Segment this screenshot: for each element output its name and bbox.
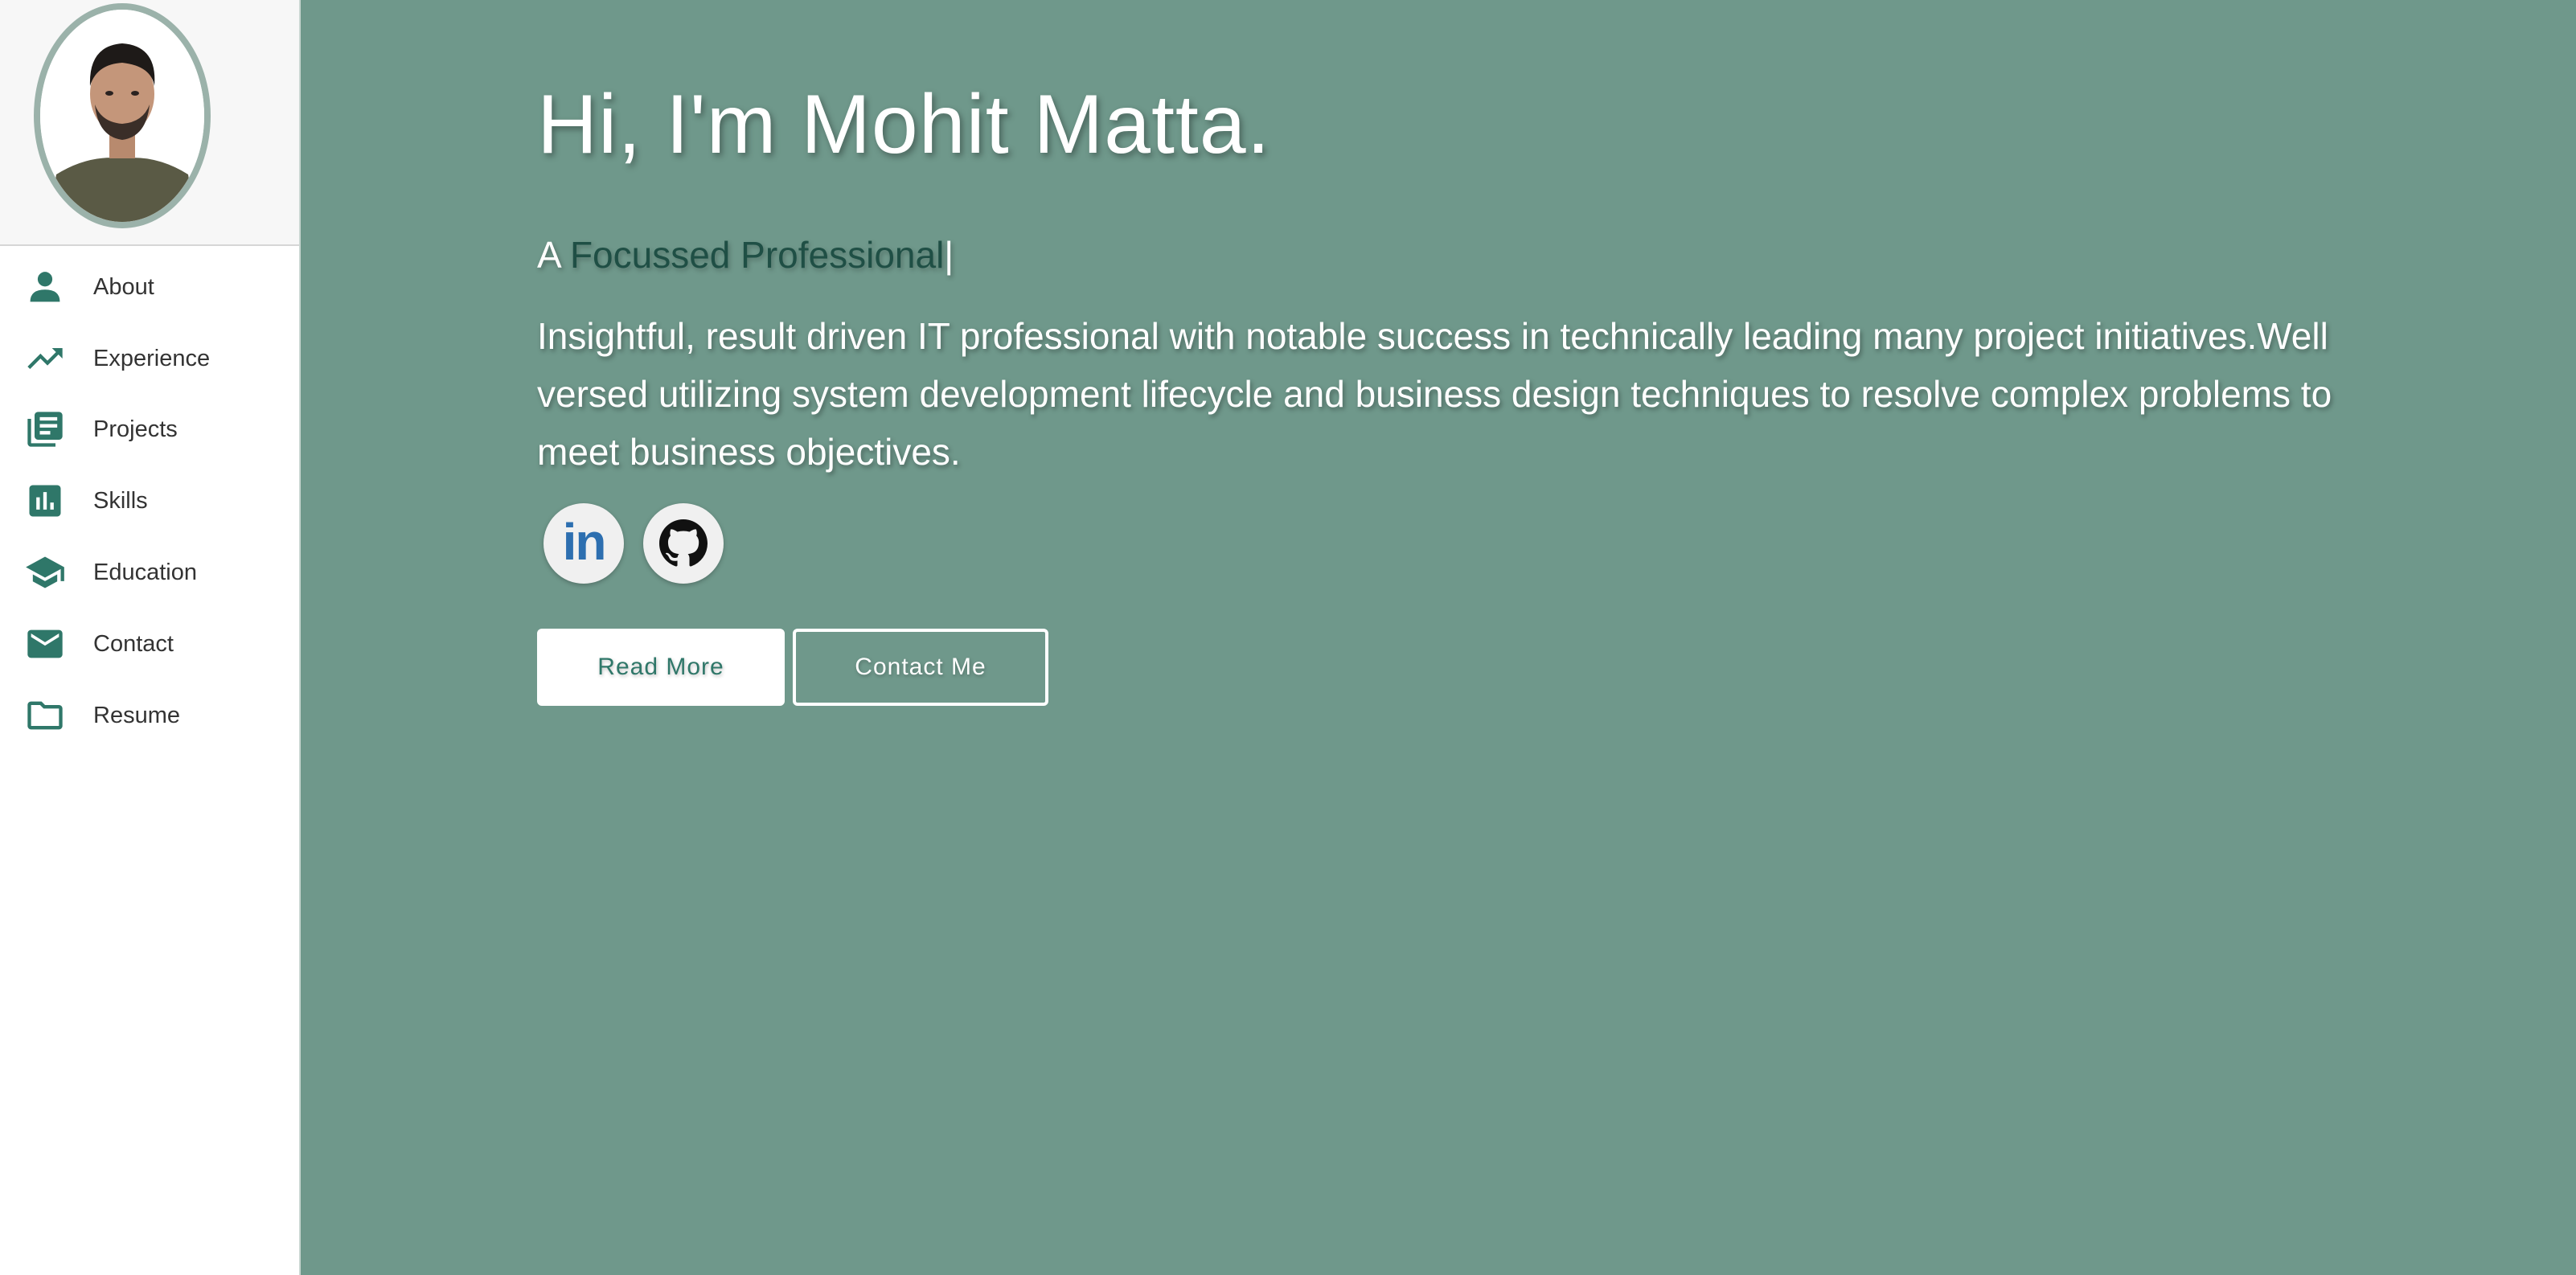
- typed-subtitle: Focussed Professional: [569, 234, 945, 276]
- school-icon: [23, 550, 68, 595]
- github-icon: [659, 519, 708, 567]
- page-title: Hi, I'm Mohit Matta.: [537, 78, 1271, 171]
- sidebar-item-label: About: [93, 273, 154, 300]
- sidebar-item-education[interactable]: Education: [0, 544, 299, 601]
- sidebar-item-label: Skills: [93, 487, 148, 514]
- subtitle-prefix: A: [537, 234, 560, 276]
- sidebar-item-experience[interactable]: Experience: [0, 330, 299, 387]
- sidebar-item-skills[interactable]: Skills: [0, 473, 299, 529]
- hero-section: Hi, I'm Mohit Matta. A Focussed Professi…: [301, 0, 2576, 1275]
- sidebar-item-label: Projects: [93, 416, 178, 442]
- hero-subtitle: A Focussed Professional|: [537, 233, 954, 277]
- sidebar: About Experience Projects Skills Educati…: [0, 0, 301, 1275]
- typing-cursor: |: [944, 234, 954, 276]
- github-button[interactable]: [643, 503, 724, 584]
- avatar-container: [0, 0, 299, 246]
- folder-icon: [23, 693, 68, 738]
- sidebar-item-label: Education: [93, 559, 197, 585]
- avatar: [34, 3, 211, 228]
- library-books-icon: [23, 407, 68, 452]
- sidebar-item-about[interactable]: About: [0, 259, 299, 315]
- bar-chart-icon: [23, 478, 68, 523]
- sidebar-item-contact[interactable]: Contact: [0, 616, 299, 672]
- trending-up-icon: [23, 336, 68, 381]
- hero-bio: Insightful, result driven IT professiona…: [537, 315, 2332, 473]
- sidebar-item-resume[interactable]: Resume: [0, 687, 299, 744]
- contact-me-button[interactable]: Contact Me: [793, 629, 1048, 706]
- person-icon: [23, 264, 68, 310]
- linkedin-icon: in: [562, 513, 607, 571]
- sidebar-item-label: Contact: [93, 630, 174, 657]
- sidebar-item-label: Resume: [93, 702, 180, 728]
- sidebar-item-projects[interactable]: Projects: [0, 401, 299, 457]
- linkedin-button[interactable]: in: [544, 503, 624, 584]
- mail-icon: [23, 621, 68, 666]
- avatar-portrait-image: [40, 10, 204, 222]
- read-more-button[interactable]: Read More: [537, 629, 785, 706]
- sidebar-item-label: Experience: [93, 345, 211, 371]
